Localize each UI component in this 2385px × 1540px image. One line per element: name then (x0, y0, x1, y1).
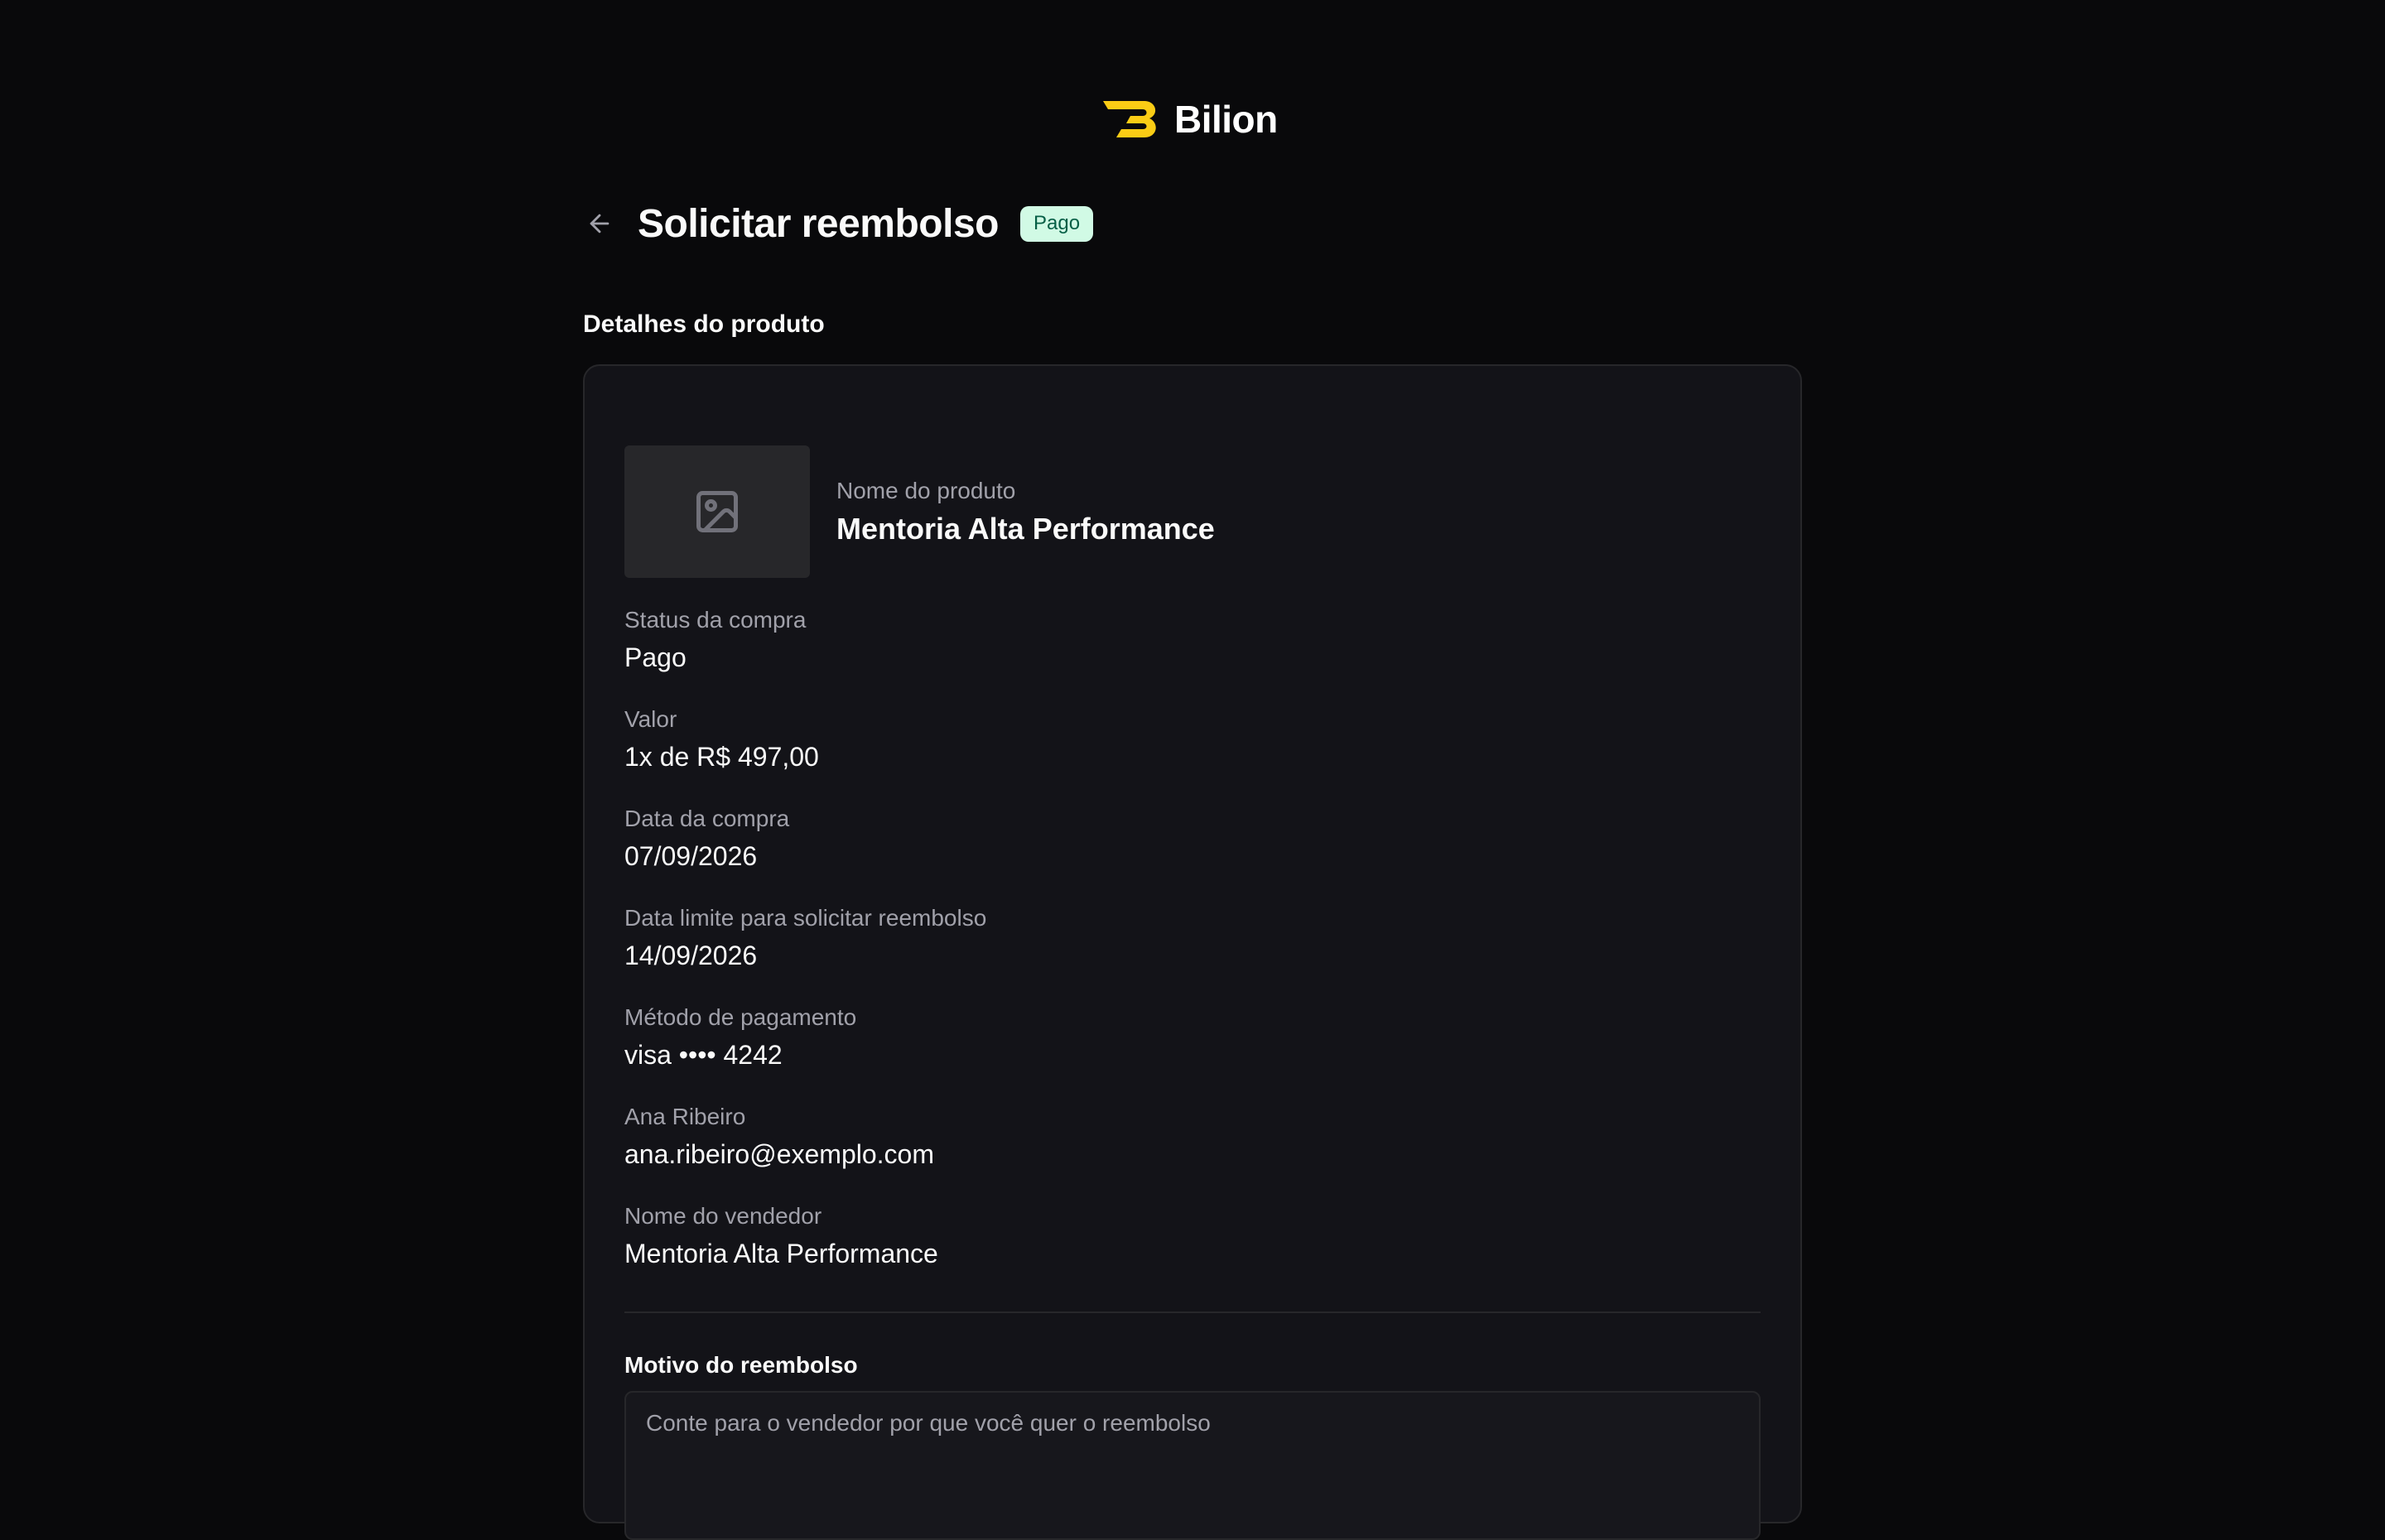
detail-value: ana.ribeiro@exemplo.com (624, 1139, 934, 1169)
brand-logo: Bilion (1101, 93, 1278, 146)
arrow-left-icon (590, 214, 610, 233)
detail-label: Método de pagamento (624, 1004, 857, 1030)
detail-label: Valor (624, 706, 677, 732)
back-button[interactable] (583, 207, 616, 240)
product-name-label: Nome do produto (836, 478, 1016, 503)
detail-label: Data limite para solicitar reembolso (624, 905, 987, 931)
brand-name: Bilion (1174, 98, 1278, 141)
detail-label: Nome do vendedor (624, 1203, 822, 1229)
detail-value: 07/09/2026 (624, 841, 758, 871)
bilion-logo-icon (1103, 101, 1156, 137)
detail-purchase-status: Status da compra Pago (624, 604, 1764, 704)
product-info: Nome do produto Mentoria Alta Performanc… (836, 475, 1215, 548)
refund-reason-input[interactable] (624, 1391, 1761, 1540)
detail-label: Data da compra (624, 806, 790, 831)
image-placeholder-icon (696, 491, 738, 532)
refund-reason-label: Motivo do reembolso (624, 1352, 858, 1378)
product-summary: Nome do produto Mentoria Alta Performanc… (624, 445, 1215, 578)
divider (624, 1311, 1761, 1313)
detail-value: Pago (624, 642, 687, 672)
detail-value: visa •••• 4242 (624, 1040, 783, 1070)
product-name: Mentoria Alta Performance (836, 512, 1215, 546)
page-header: Solicitar reembolso Pago (583, 197, 1094, 250)
detail-value: 14/09/2026 (624, 941, 758, 970)
product-details-card: Nome do produto Mentoria Alta Performanc… (583, 364, 1802, 1540)
detail-label: Ana Ribeiro (624, 1104, 746, 1129)
purchase-details-list: Status da compra Pago Valor 1x de R$ 497… (624, 604, 1764, 1300)
detail-seller-name: Nome do vendedor Mentoria Alta Performan… (624, 1201, 1764, 1300)
page-title: Solicitar reembolso (638, 201, 999, 246)
detail-customer: Ana Ribeiro ana.ribeiro@exemplo.com (624, 1101, 1764, 1201)
detail-value: Mentoria Alta Performance (624, 1239, 938, 1268)
detail-purchase-date: Data da compra 07/09/2026 (624, 803, 1764, 902)
detail-amount: Valor 1x de R$ 497,00 (624, 704, 1764, 803)
detail-value: 1x de R$ 497,00 (624, 742, 819, 772)
product-thumbnail (624, 445, 810, 578)
detail-label: Status da compra (624, 607, 807, 633)
section-title: Detalhes do produto (583, 310, 825, 338)
detail-refund-deadline: Data limite para solicitar reembolso 14/… (624, 902, 1764, 1002)
status-badge: Pago (1019, 205, 1094, 242)
detail-payment-method: Método de pagamento visa •••• 4242 (624, 1002, 1764, 1101)
